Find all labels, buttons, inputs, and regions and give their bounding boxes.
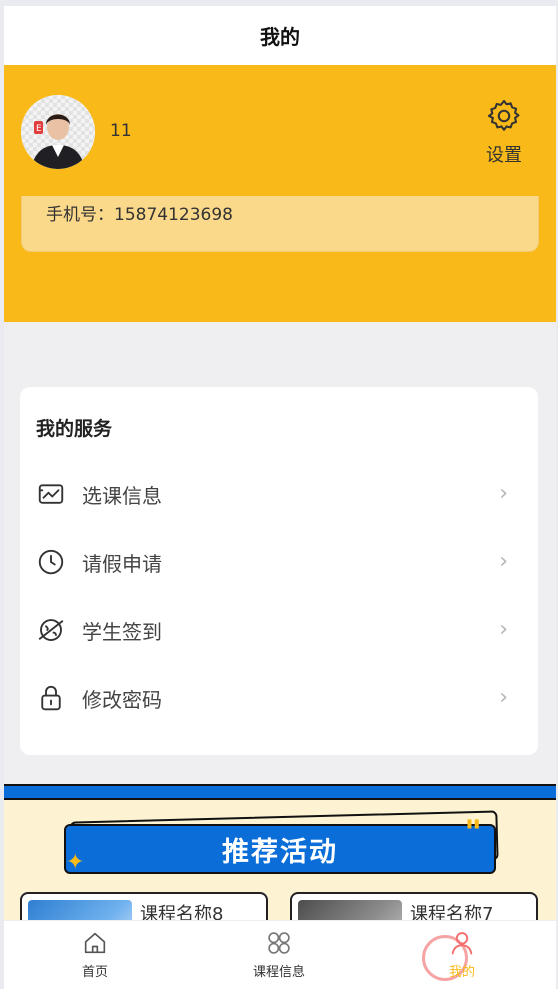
svg-text:E: E [36,124,42,134]
phone-card: 手机号：15874123698 [21,196,539,252]
tab-bar: 首页 课程信息 我的 CSDN @程序员阿龙 [4,920,556,989]
service-label: 请假申请 [82,552,162,576]
service-label: 学生签到 [82,620,162,644]
chevron-right-icon: › [499,685,508,710]
user-icon [451,932,473,955]
lock-icon [41,685,61,711]
tab-course-info[interactable]: 课程信息 [219,929,339,980]
sparkle-icon: ✦ [66,850,85,875]
page-title: 我的 [260,25,300,49]
quote-mark-icon: " [464,813,482,853]
watermark: CSDN @程序员阿龙 [460,972,552,983]
settings-label: 设置 [486,145,522,166]
section-divider [4,784,556,800]
services-title: 我的服务 [36,418,113,440]
phone-label: 手机号： [46,205,114,225]
service-item-student-checkin[interactable]: 学生签到 › [20,599,538,659]
tab-label: 首页 [81,965,108,980]
tab-label: 课程信息 [252,965,305,980]
phone-value: 15874123698 [114,205,233,225]
recommend-banner: 推荐活动 " ✦ [64,810,499,875]
title-bar: 我的 [4,6,556,65]
tab-home[interactable]: 首页 [35,929,155,980]
username: 11 [110,121,132,141]
grid-icon [268,932,290,954]
profile-header: E 11 设置 手机号：15874123698 [4,65,556,322]
recommend-title: 推荐活动 [222,836,338,868]
banner-body: 推荐活动 [64,824,496,874]
service-label: 修改密码 [82,688,162,712]
chevron-right-icon: › [499,481,508,506]
service-item-leave-request[interactable]: 请假申请 › [20,531,538,591]
home-icon [84,932,106,954]
phone-row: 手机号：15874123698 [46,200,233,225]
app-frame: 我的 E 11 设置 手机号：15874123698 我的服务 选课信息 › 请… [4,6,556,989]
chart-icon [38,484,64,504]
settings-button[interactable]: 设置 [482,97,526,167]
clock-icon [38,549,64,575]
avatar[interactable]: E [21,95,95,169]
service-label: 选课信息 [82,484,162,508]
chevron-right-icon: › [499,549,508,574]
service-item-course-info[interactable]: 选课信息 › [20,463,538,523]
planet-icon [38,619,64,641]
gear-icon [487,99,520,131]
chevron-right-icon: › [499,617,508,642]
my-services-card: 我的服务 选课信息 › 请假申请 › 学生签到 › 修改密码 › [20,387,538,755]
service-item-change-password[interactable]: 修改密码 › [20,667,538,727]
